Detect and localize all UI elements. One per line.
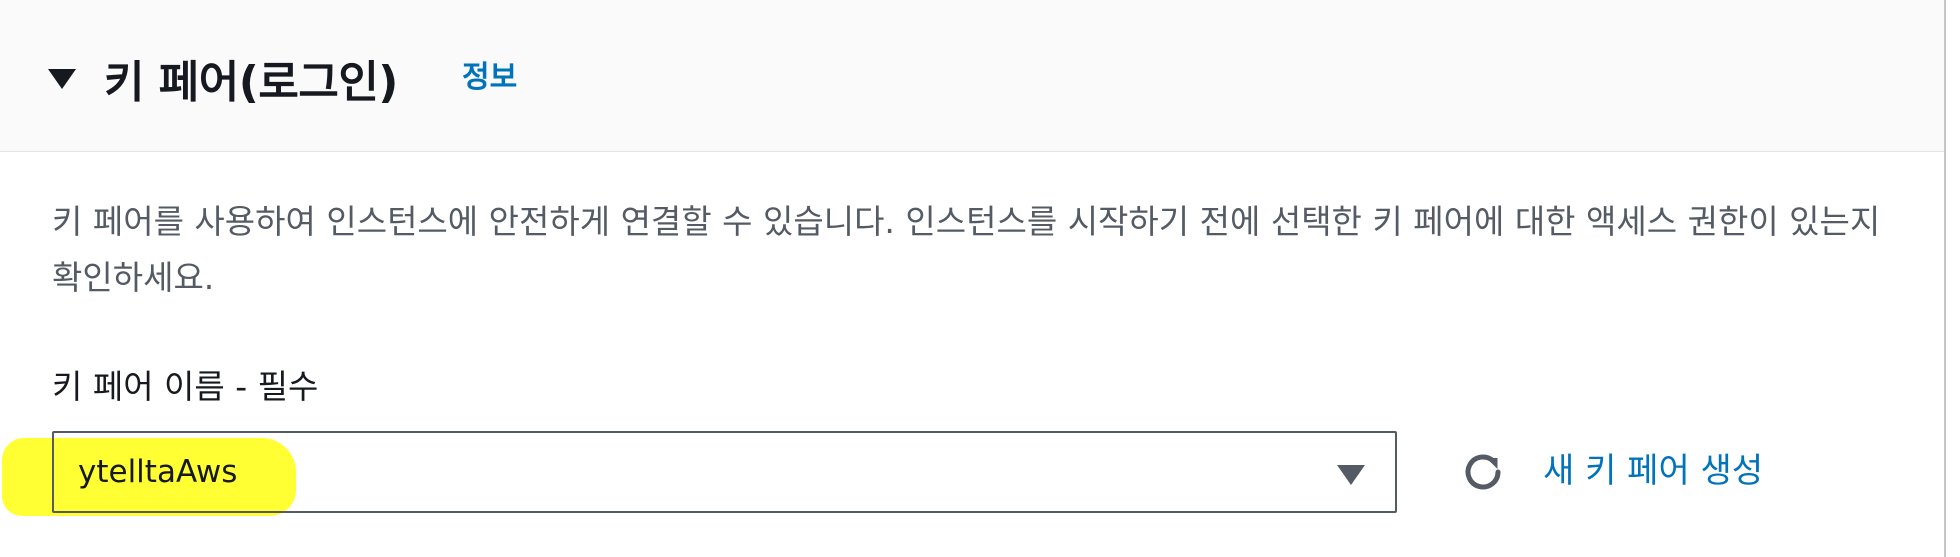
section-collapse-toggle[interactable]: 키 페어(로그인): [48, 48, 448, 108]
key-pair-select-value: ytelltaAws: [78, 454, 238, 490]
key-pair-panel: 키 페어(로그인) 정보 키 페어를 사용하여 인스턴스에 안전하게 연결할 수…: [0, 0, 1946, 557]
caret-down-icon: [48, 69, 76, 89]
info-link[interactable]: 정보: [462, 48, 517, 108]
section-description: 키 페어를 사용하여 인스턴스에 안전하게 연결할 수 있습니다. 인스턴스를 …: [52, 202, 1881, 297]
key-pair-name-label: 키 페어 이름 - 필수: [52, 367, 319, 406]
section-title: 키 페어(로그인): [104, 57, 398, 108]
refresh-icon: [1465, 454, 1501, 490]
create-key-pair-link[interactable]: 새 키 페어 생성: [1543, 441, 1763, 501]
refresh-button[interactable]: [1455, 444, 1511, 500]
panel-header: 키 페어(로그인) 정보: [0, 0, 1944, 152]
key-pair-select[interactable]: ytelltaAws: [52, 431, 1397, 513]
chevron-down-icon: [1337, 465, 1365, 485]
